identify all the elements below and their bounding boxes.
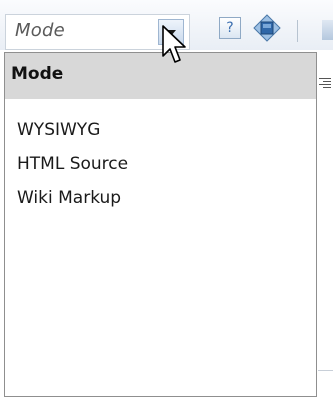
editor-area-fragment [319, 53, 333, 371]
option-html-source[interactable]: HTML Source [17, 154, 128, 174]
option-wysiwyg[interactable]: WYSIWYG [17, 120, 100, 140]
mode-select-value: Mode [15, 20, 65, 41]
help-icon[interactable]: ? [219, 17, 241, 39]
option-wiki-markup[interactable]: Wiki Markup [17, 188, 121, 208]
toolbar-partial-icon[interactable] [322, 20, 333, 40]
toolbar-separator [297, 20, 298, 42]
dropdown-header-label: Mode [11, 64, 64, 84]
align-icon[interactable] [319, 78, 331, 88]
divider [318, 370, 333, 371]
mode-dropdown-list: Mode WYSIWYG HTML Source Wiki Markup [4, 52, 317, 397]
component-icon[interactable] [253, 14, 281, 42]
mouse-cursor-icon [162, 25, 186, 63]
